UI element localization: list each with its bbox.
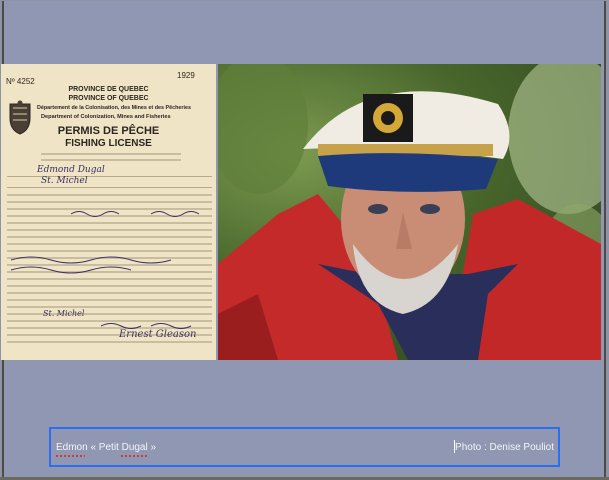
license-issue-place: St. Michel [43, 309, 85, 318]
spellcheck-underline-dugal [121, 455, 148, 457]
caption-photo-credit[interactable]: Photo : Denise Pouliot [455, 442, 554, 453]
fishing-license-image[interactable]: Nº 4252 1929 PROVINCE DE QUEBEC PROVINCE… [1, 64, 216, 360]
text-cursor [454, 440, 455, 453]
caption-subject-name[interactable]: Edmon « Petit Dugal » [56, 442, 156, 453]
portrait-photo[interactable] [218, 64, 601, 360]
spellcheck-underline-edmon [56, 455, 85, 457]
caption-text-box[interactable]: Edmon « Petit Dugal » Photo : Denise Pou… [49, 427, 560, 467]
handwriting-scribble-icon [10, 211, 200, 329]
man-in-captain-hat-image [218, 64, 601, 360]
license-signature: Ernest Gleason [119, 329, 197, 340]
